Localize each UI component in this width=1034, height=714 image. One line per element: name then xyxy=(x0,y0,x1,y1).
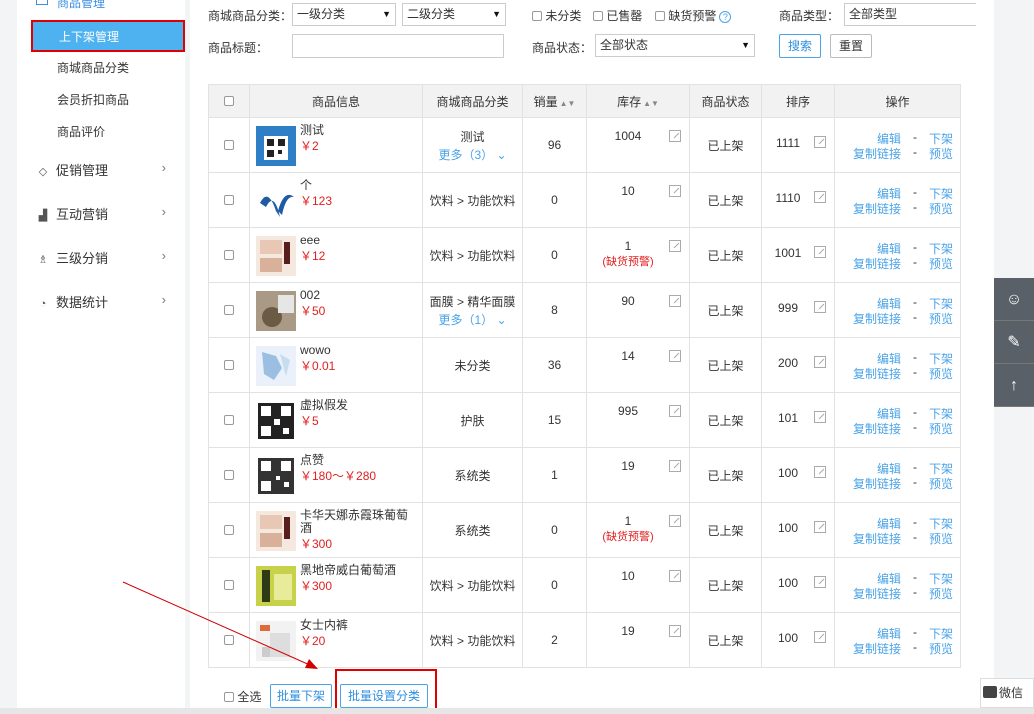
customer-service-icon[interactable]: ☺ xyxy=(994,278,1034,321)
edit-feedback-icon[interactable]: ✎ xyxy=(994,321,1034,364)
horizontal-scrollbar[interactable] xyxy=(0,708,1034,714)
wechat-button[interactable]: 微信 xyxy=(980,678,1034,708)
arrow-head xyxy=(305,659,318,669)
floating-toolbar: ☺ ✎ ↑ xyxy=(994,278,1034,407)
back-to-top-icon[interactable]: ↑ xyxy=(994,364,1034,407)
arrow-line xyxy=(122,581,313,667)
page: 商品管理 ⌃ 上下架管理 商城商品分类 会员折扣商品 商品评价 ◇促销管理 › … xyxy=(0,0,1034,714)
chat-icon xyxy=(983,686,997,698)
annotation-arrow xyxy=(122,581,318,669)
